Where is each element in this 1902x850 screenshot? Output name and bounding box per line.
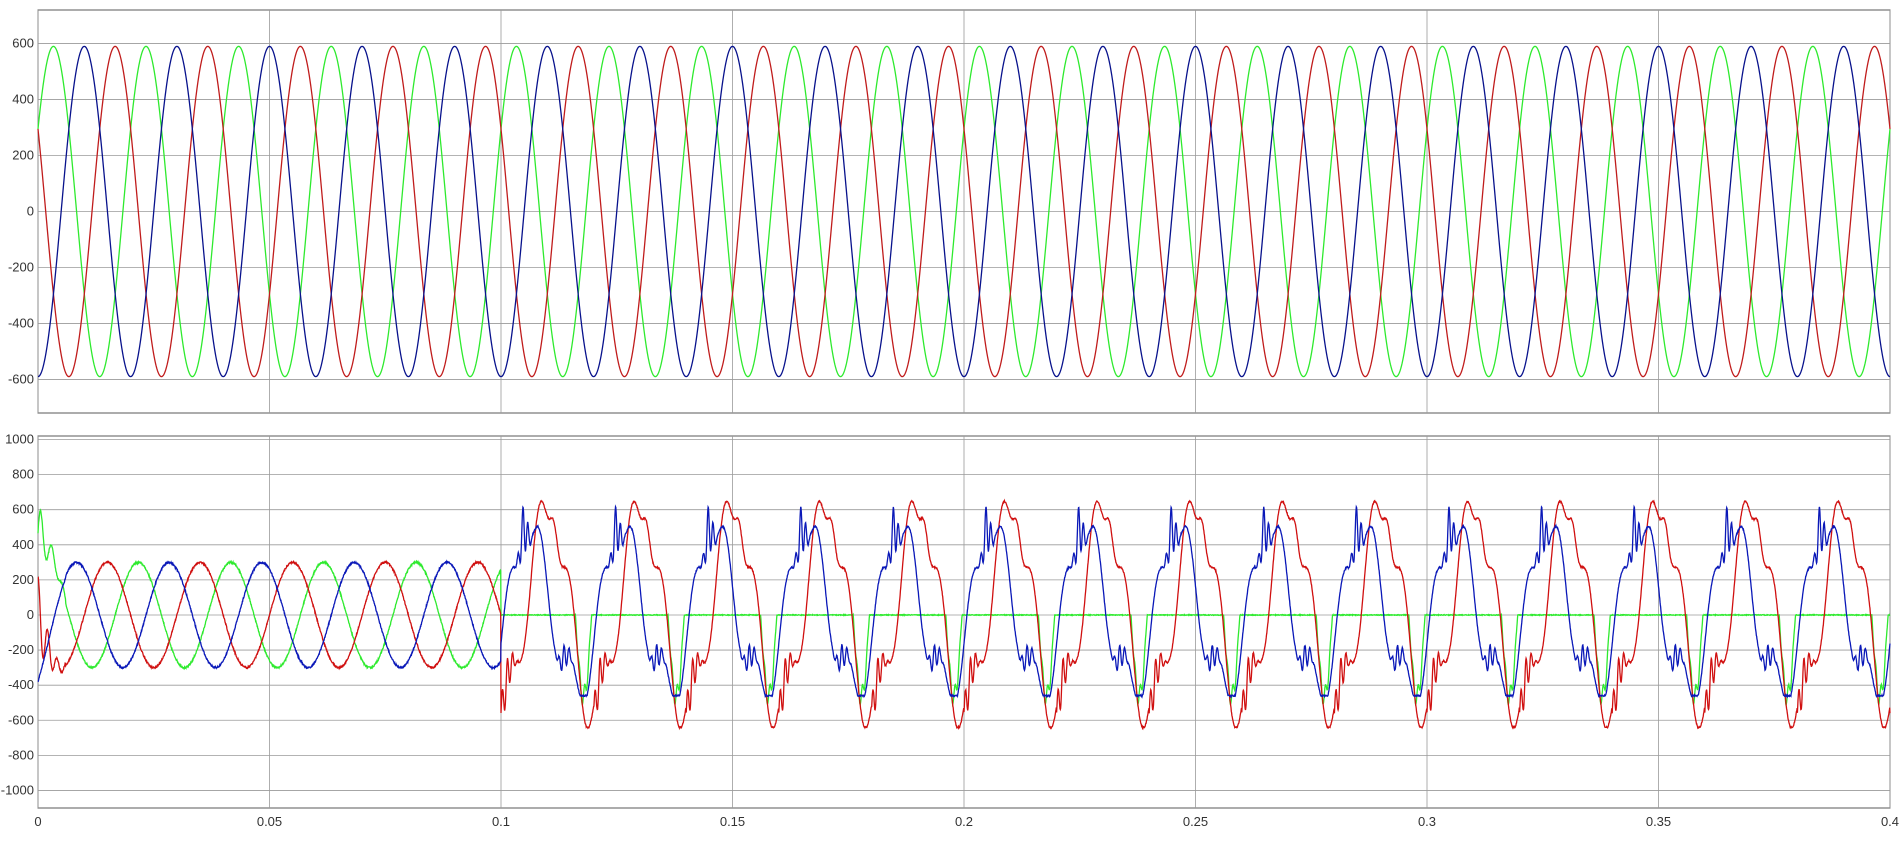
y-tick-label: 400 bbox=[12, 537, 34, 552]
y-tick-label: -600 bbox=[8, 712, 34, 727]
y-tick-label: -600 bbox=[8, 371, 34, 386]
y-tick-label: -200 bbox=[8, 642, 34, 657]
current-panel: 1000 800 600 400 200 0 -200 -400 -600 -800 -1000 0… bbox=[1, 432, 1899, 829]
y-tick-label: 0 bbox=[27, 204, 34, 219]
voltage-panel: 600 400 200 0 -200 -400 -600 bbox=[8, 9, 1891, 414]
x-tick-label: 0.15 bbox=[720, 814, 745, 829]
x-tick-label: 0.2 bbox=[955, 814, 973, 829]
scope-figure: 600 400 200 0 -200 -400 -600 1000 800 600 400 200 0… bbox=[0, 0, 1902, 850]
x-tick-label: 0.1 bbox=[492, 814, 510, 829]
y-tick-label: -800 bbox=[8, 747, 34, 762]
y-tick-label: 800 bbox=[12, 467, 34, 482]
y-tick-label: 200 bbox=[12, 148, 34, 163]
x-tick-label: 0 bbox=[34, 814, 41, 829]
x-tick-label: 0.3 bbox=[1418, 814, 1436, 829]
x-tick-label: 0.25 bbox=[1183, 814, 1208, 829]
x-tick-label: 0.4 bbox=[1881, 814, 1899, 829]
y-tick-label: -200 bbox=[8, 259, 34, 274]
x-tick-label: 0.35 bbox=[1646, 814, 1671, 829]
y-tick-label: 1000 bbox=[5, 432, 34, 447]
y-tick-label: 0 bbox=[27, 607, 34, 622]
y-tick-label: 200 bbox=[12, 572, 34, 587]
y-tick-label: -400 bbox=[8, 315, 34, 330]
y-tick-label: 600 bbox=[12, 36, 34, 51]
y-tick-label: 600 bbox=[12, 502, 34, 517]
x-tick-label: 0.05 bbox=[257, 814, 282, 829]
y-tick-label: -1000 bbox=[1, 782, 34, 797]
y-tick-label: -400 bbox=[8, 677, 34, 692]
y-tick-label: 400 bbox=[12, 92, 34, 107]
